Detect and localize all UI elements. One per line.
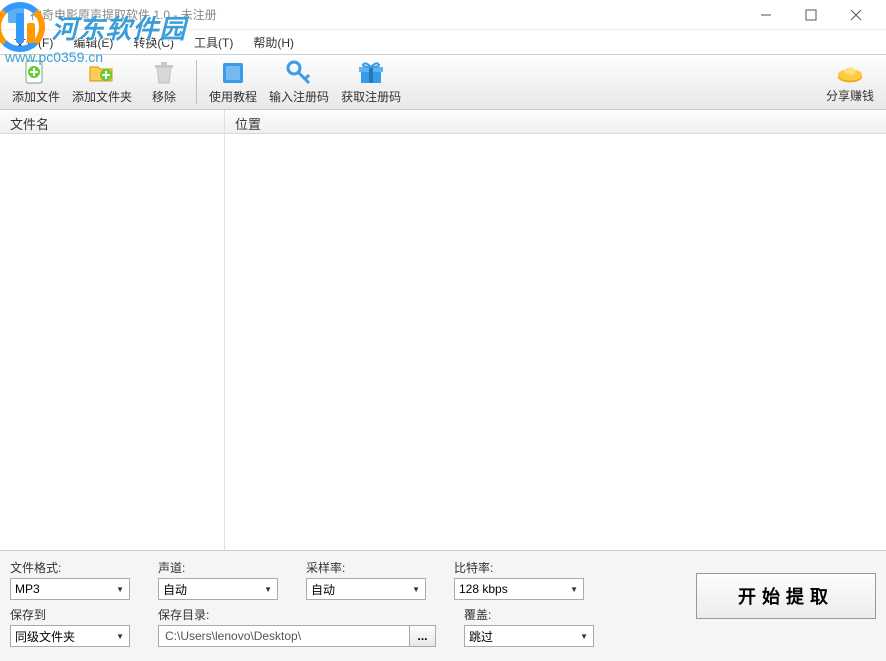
titlebar: 神奇电影原声提取软件 1.0 - 未注册	[0, 0, 886, 30]
add-file-button[interactable]: 添加文件	[6, 57, 66, 107]
saveto-select[interactable]: 同级文件夹	[10, 625, 130, 647]
book-icon	[219, 59, 247, 87]
add-folder-button[interactable]: 添加文件夹	[66, 57, 138, 107]
get-code-button[interactable]: 获取注册码	[335, 57, 407, 107]
enter-code-button[interactable]: 输入注册码	[263, 57, 335, 107]
gift-icon	[357, 59, 385, 87]
column-filename-header[interactable]: 文件名	[0, 110, 224, 134]
menu-edit[interactable]: 编辑(E)	[63, 31, 123, 54]
bitrate-select[interactable]: 128 kbps	[454, 578, 584, 600]
menu-tools[interactable]: 工具(T)	[184, 31, 243, 54]
saveto-label: 保存到	[10, 606, 130, 623]
column-location-header[interactable]: 位置	[225, 110, 886, 134]
channel-label: 声道:	[158, 559, 278, 576]
samplerate-select[interactable]: 自动	[306, 578, 426, 600]
tutorial-button[interactable]: 使用教程	[203, 57, 263, 107]
start-extract-button[interactable]: 开始提取	[696, 573, 876, 619]
settings-panel: 文件格式: MP3 声道: 自动 采样率: 自动 比特率: 128 kbps 保…	[0, 550, 886, 661]
browse-button[interactable]: ...	[410, 625, 436, 647]
savedir-label: 保存目录:	[158, 606, 436, 623]
overwrite-label: 覆盖:	[464, 606, 594, 623]
overwrite-select[interactable]: 跳过	[464, 625, 594, 647]
savedir-input[interactable]: C:\Users\lenovo\Desktop\	[158, 625, 410, 647]
bitrate-label: 比特率:	[454, 559, 584, 576]
minimize-button[interactable]	[743, 1, 788, 29]
add-file-icon	[22, 59, 50, 87]
app-icon	[8, 7, 24, 23]
add-folder-icon	[88, 59, 116, 87]
file-list-area: 文件名 位置	[0, 110, 886, 550]
toolbar: 添加文件 添加文件夹 移除 使用教程 输入注册码 获取注册码 分	[0, 54, 886, 110]
menu-help[interactable]: 帮助(H)	[243, 31, 304, 54]
menu-file[interactable]: 文件(F)	[4, 31, 63, 54]
window-title: 神奇电影原声提取软件 1.0 - 未注册	[30, 6, 743, 23]
menubar: 文件(F) 编辑(E) 转换(C) 工具(T) 帮助(H)	[0, 30, 886, 54]
menu-convert[interactable]: 转换(C)	[123, 31, 184, 54]
format-label: 文件格式:	[10, 559, 130, 576]
maximize-button[interactable]	[788, 1, 833, 29]
channel-select[interactable]: 自动	[158, 578, 278, 600]
format-select[interactable]: MP3	[10, 578, 130, 600]
samplerate-label: 采样率:	[306, 559, 426, 576]
close-button[interactable]	[833, 1, 878, 29]
share-button[interactable]: 分享赚钱	[820, 57, 880, 107]
key-icon	[285, 59, 313, 87]
remove-button[interactable]: 移除	[138, 57, 190, 107]
toolbar-separator	[196, 60, 197, 104]
ingot-icon	[836, 60, 864, 86]
remove-icon	[150, 59, 178, 87]
